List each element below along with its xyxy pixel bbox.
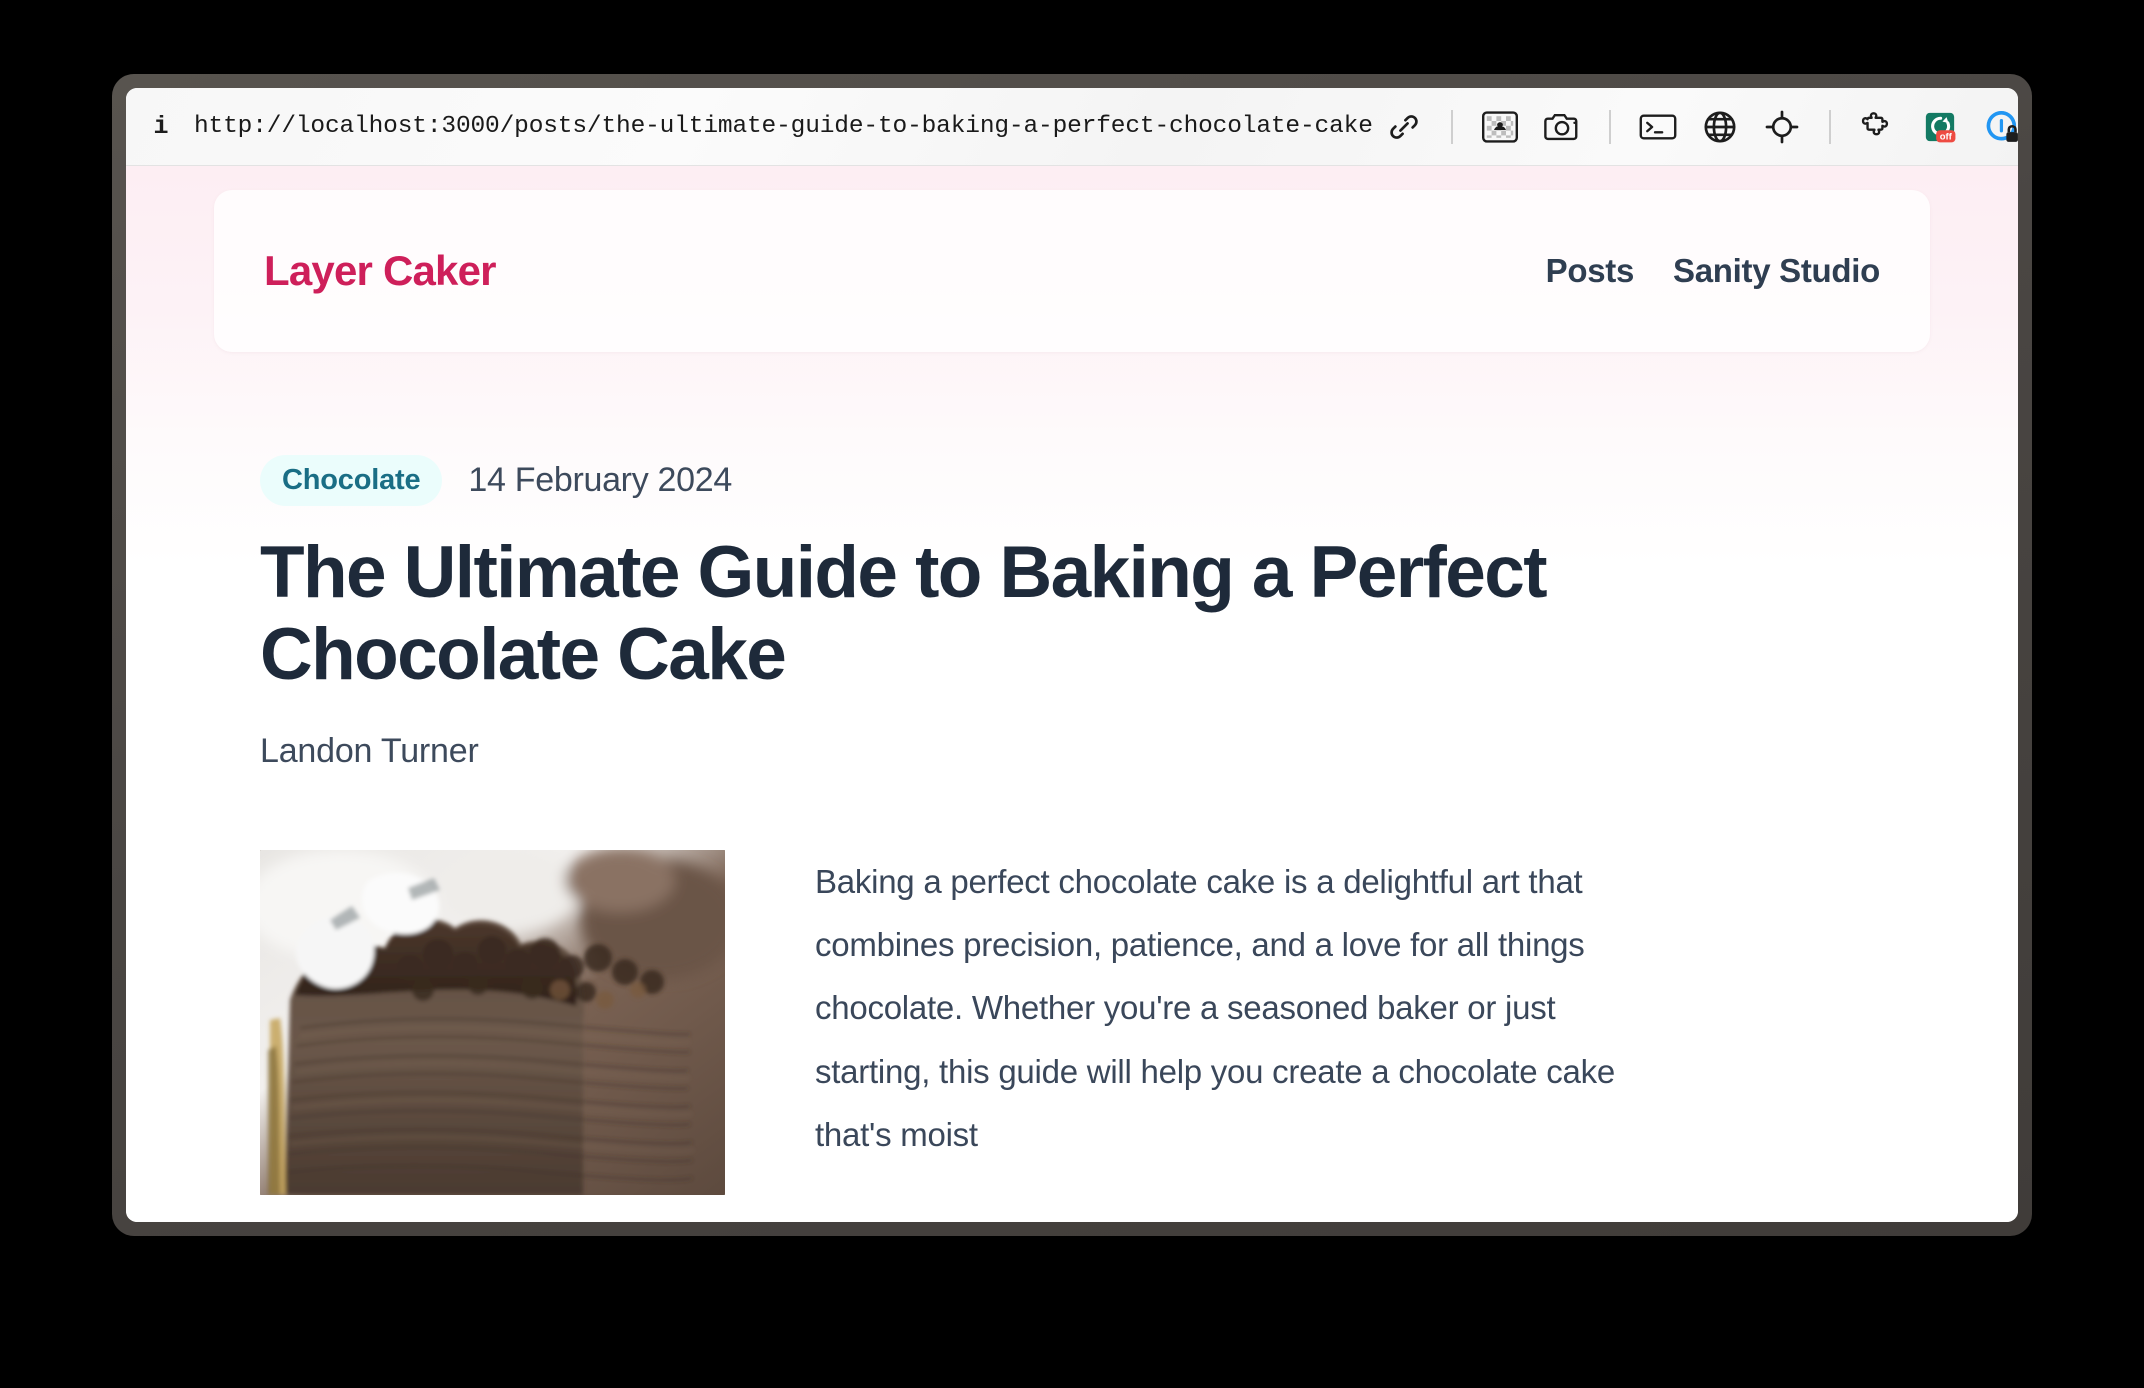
image-icon[interactable]	[1478, 105, 1522, 149]
article: Chocolate 14 February 2024 The Ultimate …	[214, 455, 1930, 1195]
site-info-icon[interactable]: i	[148, 112, 174, 141]
terminal-icon[interactable]	[1636, 105, 1680, 149]
browser-window: i http://localhost:3000/posts/the-ultima…	[112, 74, 2032, 1236]
crosshair-icon[interactable]	[1760, 105, 1804, 149]
url-bar[interactable]: http://localhost:3000/posts/the-ultimate…	[194, 113, 1373, 140]
camera-icon[interactable]	[1540, 105, 1584, 149]
main-navigation: Posts Sanity Studio	[1546, 252, 1881, 290]
nav-link-sanity-studio[interactable]: Sanity Studio	[1673, 252, 1880, 290]
link-icon[interactable]	[1382, 105, 1426, 149]
toolbar-separator	[1608, 109, 1611, 144]
post-author: Landon Turner	[260, 731, 479, 770]
post-cover-image	[260, 849, 725, 1195]
browser-toolbar: i http://localhost:3000/posts/the-ultima…	[126, 88, 2018, 166]
content-container: Layer Caker Posts Sanity Studio Chocolat…	[214, 190, 1930, 1195]
globe-icon[interactable]	[1698, 105, 1742, 149]
post-body-layout: Baking a perfect chocolate cake is a del…	[260, 849, 1884, 1195]
nav-link-posts[interactable]: Posts	[1546, 252, 1635, 290]
browser-viewport: i http://localhost:3000/posts/the-ultima…	[126, 88, 2018, 1222]
toolbar-separator	[1828, 109, 1831, 144]
site-header: Layer Caker Posts Sanity Studio	[214, 190, 1930, 352]
toolbar-separator	[1450, 109, 1453, 144]
post-body-text: Baking a perfect chocolate cake is a del…	[815, 862, 1615, 1153]
adblock-off-icon[interactable]: off	[1918, 105, 1962, 149]
page-viewport: Layer Caker Posts Sanity Studio Chocolat…	[126, 166, 2018, 1222]
adblock-badge-label: off	[1939, 131, 1952, 142]
post-date: 14 February 2024	[468, 461, 732, 499]
post-title: The Ultimate Guide to Baking a Perfect C…	[260, 532, 1548, 695]
category-badge[interactable]: Chocolate	[260, 455, 443, 506]
post-meta: Chocolate 14 February 2024	[260, 455, 1884, 506]
privacy-lock-icon[interactable]	[1980, 105, 2018, 149]
puzzle-extension-icon[interactable]	[1856, 105, 1900, 149]
brand-logo[interactable]: Layer Caker	[264, 247, 497, 295]
